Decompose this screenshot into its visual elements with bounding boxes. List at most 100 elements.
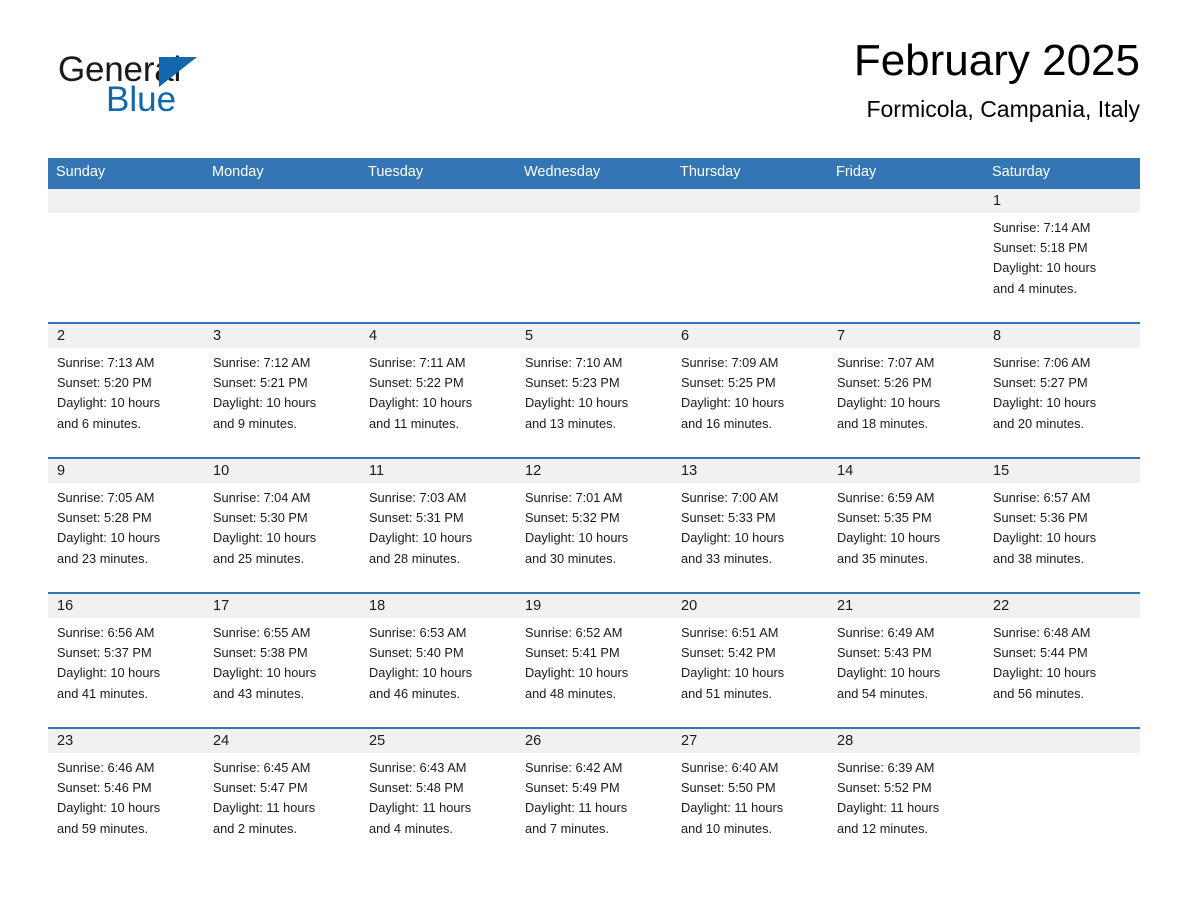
day-cell[interactable]: 11 Sunrise: 7:03 AM Sunset: 5:31 PM Dayl… [360, 459, 516, 592]
day-cell[interactable]: 20 Sunrise: 6:51 AM Sunset: 5:42 PM Dayl… [672, 594, 828, 727]
day-cell[interactable]: 22 Sunrise: 6:48 AM Sunset: 5:44 PM Dayl… [984, 594, 1140, 727]
daylight-text-line2: and 12 minutes. [837, 820, 929, 836]
daylight-text-line1: Daylight: 11 hours [837, 800, 940, 816]
sunset-text: Sunset: 5:32 PM [525, 510, 620, 526]
logo-text-blue: Blue [106, 80, 177, 119]
sunrise-text: Sunrise: 6:45 AM [213, 760, 311, 775]
day-number: 18 [360, 594, 516, 618]
sunrise-text: Sunrise: 6:43 AM [369, 760, 467, 775]
day-details: Sunrise: 6:51 AM Sunset: 5:42 PM Dayligh… [672, 618, 828, 704]
daylight-text-line1: Daylight: 10 hours [213, 530, 317, 546]
day-details: Sunrise: 7:14 AM Sunset: 5:18 PM Dayligh… [984, 213, 1140, 299]
day-details: Sunrise: 7:13 AM Sunset: 5:20 PM Dayligh… [48, 348, 204, 434]
page-header: General Blue February 2025 Formicola, Ca… [48, 37, 1140, 146]
day-cell[interactable]: 1 Sunrise: 7:14 AM Sunset: 5:18 PM Dayli… [984, 189, 1140, 322]
weekday-header-row: Sunday Monday Tuesday Wednesday Thursday… [48, 158, 1140, 187]
day-cell[interactable]: 17 Sunrise: 6:55 AM Sunset: 5:38 PM Dayl… [204, 594, 360, 727]
daylight-text-line1: Daylight: 10 hours [993, 530, 1097, 546]
day-number: 12 [516, 459, 672, 483]
day-cell[interactable]: 3 Sunrise: 7:12 AM Sunset: 5:21 PM Dayli… [204, 324, 360, 457]
day-number: 26 [516, 729, 672, 753]
daylight-text-line2: and 48 minutes. [525, 685, 617, 701]
daylight-text-line1: Daylight: 10 hours [837, 665, 941, 681]
day-cell[interactable]: 19 Sunrise: 6:52 AM Sunset: 5:41 PM Dayl… [516, 594, 672, 727]
sunrise-text: Sunrise: 7:03 AM [369, 490, 467, 505]
generalblue-logo[interactable]: General Blue [58, 52, 318, 132]
day-cell[interactable]: 2 Sunrise: 7:13 AM Sunset: 5:20 PM Dayli… [48, 324, 204, 457]
day-number: 2 [48, 324, 204, 348]
day-cell[interactable] [204, 189, 360, 322]
sunset-text: Sunset: 5:38 PM [213, 645, 308, 661]
sunset-text: Sunset: 5:35 PM [837, 510, 932, 526]
sunset-text: Sunset: 5:43 PM [837, 645, 932, 661]
day-cell[interactable]: 10 Sunrise: 7:04 AM Sunset: 5:30 PM Dayl… [204, 459, 360, 592]
day-cell[interactable] [672, 189, 828, 322]
day-cell[interactable]: 21 Sunrise: 6:49 AM Sunset: 5:43 PM Dayl… [828, 594, 984, 727]
sunrise-text: Sunrise: 6:56 AM [57, 625, 155, 640]
daylight-text-line2: and 11 minutes. [369, 415, 460, 431]
daylight-text-line2: and 23 minutes. [57, 550, 149, 566]
daylight-text-line2: and 30 minutes. [525, 550, 617, 566]
day-number: 5 [516, 324, 672, 348]
day-cell[interactable]: 12 Sunrise: 7:01 AM Sunset: 5:32 PM Dayl… [516, 459, 672, 592]
day-cell[interactable]: 16 Sunrise: 6:56 AM Sunset: 5:37 PM Dayl… [48, 594, 204, 727]
day-details: Sunrise: 6:46 AM Sunset: 5:46 PM Dayligh… [48, 753, 204, 839]
daylight-text-line1: Daylight: 11 hours [525, 800, 628, 816]
sunset-text: Sunset: 5:33 PM [681, 510, 776, 526]
day-number: 22 [984, 594, 1140, 618]
day-number [48, 189, 204, 213]
day-cell[interactable]: 4 Sunrise: 7:11 AM Sunset: 5:22 PM Dayli… [360, 324, 516, 457]
calendar-week-row: 2 Sunrise: 7:13 AM Sunset: 5:20 PM Dayli… [48, 322, 1140, 457]
daylight-text-line2: and 33 minutes. [681, 550, 773, 566]
daylight-text-line2: and 28 minutes. [369, 550, 461, 566]
sunset-text: Sunset: 5:18 PM [993, 240, 1088, 256]
sunset-text: Sunset: 5:40 PM [369, 645, 464, 661]
day-cell[interactable]: 8 Sunrise: 7:06 AM Sunset: 5:27 PM Dayli… [984, 324, 1140, 457]
daylight-text-line1: Daylight: 10 hours [213, 665, 317, 681]
sunrise-text: Sunrise: 6:51 AM [681, 625, 779, 640]
day-cell[interactable]: 18 Sunrise: 6:53 AM Sunset: 5:40 PM Dayl… [360, 594, 516, 727]
day-number: 14 [828, 459, 984, 483]
day-details: Sunrise: 6:53 AM Sunset: 5:40 PM Dayligh… [360, 618, 516, 704]
day-cell[interactable]: 6 Sunrise: 7:09 AM Sunset: 5:25 PM Dayli… [672, 324, 828, 457]
day-details: Sunrise: 6:45 AM Sunset: 5:47 PM Dayligh… [204, 753, 360, 839]
day-details: Sunrise: 6:55 AM Sunset: 5:38 PM Dayligh… [204, 618, 360, 704]
sunrise-text: Sunrise: 6:55 AM [213, 625, 311, 640]
day-cell[interactable] [360, 189, 516, 322]
day-cell[interactable]: 5 Sunrise: 7:10 AM Sunset: 5:23 PM Dayli… [516, 324, 672, 457]
day-cell[interactable]: 26 Sunrise: 6:42 AM Sunset: 5:49 PM Dayl… [516, 729, 672, 862]
day-cell[interactable] [828, 189, 984, 322]
day-cell[interactable]: 9 Sunrise: 7:05 AM Sunset: 5:28 PM Dayli… [48, 459, 204, 592]
day-number [360, 189, 516, 213]
day-cell[interactable]: 23 Sunrise: 6:46 AM Sunset: 5:46 PM Dayl… [48, 729, 204, 862]
day-number: 13 [672, 459, 828, 483]
day-number: 20 [672, 594, 828, 618]
day-cell[interactable] [984, 729, 1140, 862]
sunrise-text: Sunrise: 6:53 AM [369, 625, 467, 640]
day-cell[interactable] [516, 189, 672, 322]
calendar-week-row: 23 Sunrise: 6:46 AM Sunset: 5:46 PM Dayl… [48, 727, 1140, 862]
daylight-text-line1: Daylight: 10 hours [681, 665, 785, 681]
day-details: Sunrise: 7:12 AM Sunset: 5:21 PM Dayligh… [204, 348, 360, 434]
day-details [672, 213, 828, 218]
day-cell[interactable]: 7 Sunrise: 7:07 AM Sunset: 5:26 PM Dayli… [828, 324, 984, 457]
daylight-text-line1: Daylight: 10 hours [525, 530, 629, 546]
day-cell[interactable]: 27 Sunrise: 6:40 AM Sunset: 5:50 PM Dayl… [672, 729, 828, 862]
day-details: Sunrise: 7:06 AM Sunset: 5:27 PM Dayligh… [984, 348, 1140, 434]
sunrise-text: Sunrise: 6:39 AM [837, 760, 935, 775]
day-cell[interactable]: 24 Sunrise: 6:45 AM Sunset: 5:47 PM Dayl… [204, 729, 360, 862]
daylight-text-line2: and 38 minutes. [993, 550, 1085, 566]
day-details: Sunrise: 6:48 AM Sunset: 5:44 PM Dayligh… [984, 618, 1140, 704]
day-cell[interactable]: 15 Sunrise: 6:57 AM Sunset: 5:36 PM Dayl… [984, 459, 1140, 592]
day-details: Sunrise: 6:40 AM Sunset: 5:50 PM Dayligh… [672, 753, 828, 839]
day-number: 17 [204, 594, 360, 618]
day-details: Sunrise: 7:07 AM Sunset: 5:26 PM Dayligh… [828, 348, 984, 434]
day-cell[interactable]: 28 Sunrise: 6:39 AM Sunset: 5:52 PM Dayl… [828, 729, 984, 862]
weekday-header-saturday: Saturday [992, 164, 1051, 180]
day-cell[interactable]: 25 Sunrise: 6:43 AM Sunset: 5:48 PM Dayl… [360, 729, 516, 862]
daylight-text-line1: Daylight: 10 hours [57, 530, 161, 546]
day-cell[interactable]: 13 Sunrise: 7:00 AM Sunset: 5:33 PM Dayl… [672, 459, 828, 592]
day-cell[interactable] [48, 189, 204, 322]
daylight-text-line2: and 4 minutes. [993, 280, 1077, 296]
day-cell[interactable]: 14 Sunrise: 6:59 AM Sunset: 5:35 PM Dayl… [828, 459, 984, 592]
